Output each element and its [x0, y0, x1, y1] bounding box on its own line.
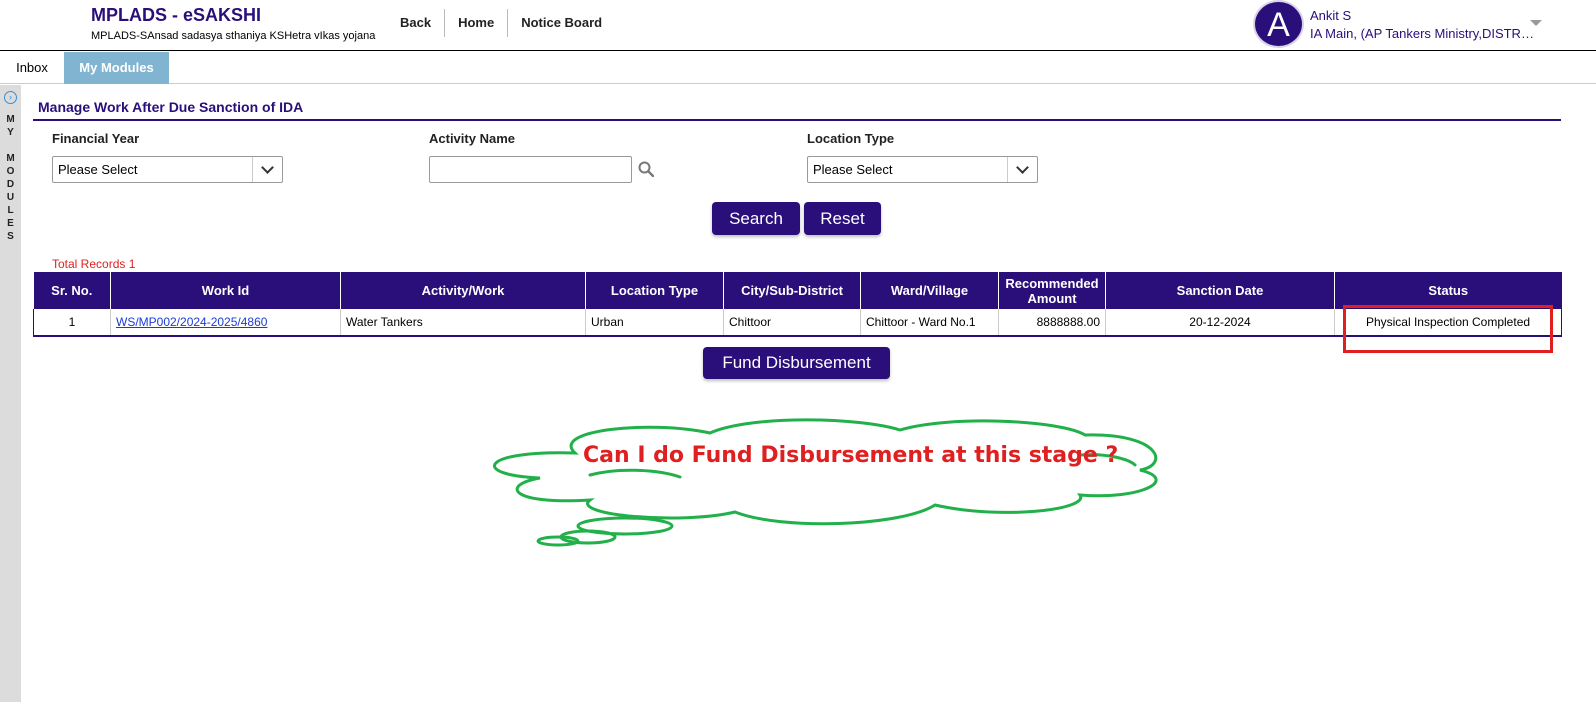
user-menu-caret-icon[interactable] [1530, 20, 1542, 26]
column-header: Recommended Amount [998, 272, 1106, 309]
nav-back-link[interactable]: Back [387, 9, 446, 37]
sidebar-letter: S [7, 231, 14, 242]
thought-cloud-annotation [492, 418, 1158, 547]
column-header: Status [1334, 272, 1562, 309]
column-header: Sanction Date [1105, 272, 1335, 309]
work-results-table: Sr. No. Work Id Activity/Work Location T… [33, 272, 1562, 337]
user-avatar[interactable]: A [1253, 0, 1304, 48]
sidebar-letter: M [6, 153, 15, 164]
work-id-link[interactable]: WS/MP002/2024-2025/4860 [116, 315, 267, 329]
sidebar-letter: D [6, 179, 15, 190]
chevron-down-icon [1007, 157, 1037, 182]
reset-button[interactable]: Reset [804, 202, 881, 235]
column-header: Sr. No. [33, 272, 111, 309]
cell-ward: Chittoor - Ward No.1 [860, 309, 999, 337]
cell-work-id: WS/MP002/2024-2025/4860 [110, 309, 341, 337]
search-icon[interactable] [638, 161, 654, 177]
location-type-select[interactable]: Please Select [807, 156, 1038, 183]
user-name[interactable]: Ankit S [1310, 8, 1351, 23]
cell-sr-no: 1 [33, 309, 111, 337]
nav-notice-board-link[interactable]: Notice Board [508, 9, 615, 37]
search-button[interactable]: Search [712, 202, 800, 235]
app-subtitle: MPLADS-SAnsad sadasya sthaniya KSHetra v… [91, 30, 376, 42]
sidebar-letter: E [7, 218, 14, 229]
sidebar-vertical-label: M Y M O D U L E S [0, 113, 21, 243]
cell-location-type: Urban [585, 309, 724, 337]
cell-amount: 8888888.00 [998, 309, 1106, 337]
total-records-count: Total Records 1 [52, 257, 136, 271]
nav-home-link[interactable]: Home [445, 9, 509, 37]
annotation-question: Can I do Fund Disbursement at this stage… [583, 443, 1119, 468]
location-type-value: Please Select [813, 162, 893, 177]
column-header: City/Sub-District [723, 272, 861, 309]
activity-name-label: Activity Name [429, 131, 515, 146]
cell-sanction-date: 20-12-2024 [1105, 309, 1335, 337]
app-header: MPLADS - eSAKSHI MPLADS-SAnsad sadasya s… [0, 0, 1596, 51]
user-role[interactable]: IA Main, (AP Tankers Ministry,DISTRICT [1310, 26, 1535, 41]
title-divider [33, 119, 1561, 121]
sidebar-letter-gap [0, 139, 21, 152]
table-row: 1 WS/MP002/2024-2025/4860 Water Tankers … [33, 309, 1562, 337]
financial-year-label: Financial Year [52, 131, 140, 146]
activity-name-input[interactable] [429, 156, 632, 183]
column-header: Location Type [585, 272, 724, 309]
page-title: Manage Work After Due Sanction of IDA [38, 99, 304, 115]
fund-disbursement-button[interactable]: Fund Disbursement [703, 347, 890, 379]
column-header: Work Id [110, 272, 341, 309]
cell-activity: Water Tankers [340, 309, 586, 337]
sidebar-letter: Y [7, 127, 14, 138]
tab-my-modules[interactable]: My Modules [64, 52, 169, 84]
sidebar-letter: U [6, 192, 15, 203]
module-tabs: Inbox My Modules [0, 52, 1596, 84]
table-header-row: Sr. No. Work Id Activity/Work Location T… [33, 272, 1562, 309]
column-header: Activity/Work [340, 272, 586, 309]
chevron-down-icon [252, 157, 282, 182]
tab-inbox[interactable]: Inbox [0, 52, 64, 84]
sidebar-letter: L [7, 205, 14, 216]
sidebar-letter: O [6, 166, 15, 177]
financial-year-value: Please Select [58, 162, 138, 177]
status-highlight-box [1343, 305, 1553, 353]
sidebar-letter: M [6, 114, 15, 125]
my-modules-sidebar[interactable]: › M Y M O D U L E S [0, 85, 21, 702]
top-nav: Back Home Notice Board [387, 9, 615, 37]
column-header: Ward/Village [860, 272, 999, 309]
app-title: MPLADS - eSAKSHI [91, 5, 262, 25]
expand-sidebar-icon[interactable]: › [4, 91, 17, 104]
financial-year-select[interactable]: Please Select [52, 156, 283, 183]
location-type-label: Location Type [807, 131, 895, 146]
cell-city: Chittoor [723, 309, 861, 337]
